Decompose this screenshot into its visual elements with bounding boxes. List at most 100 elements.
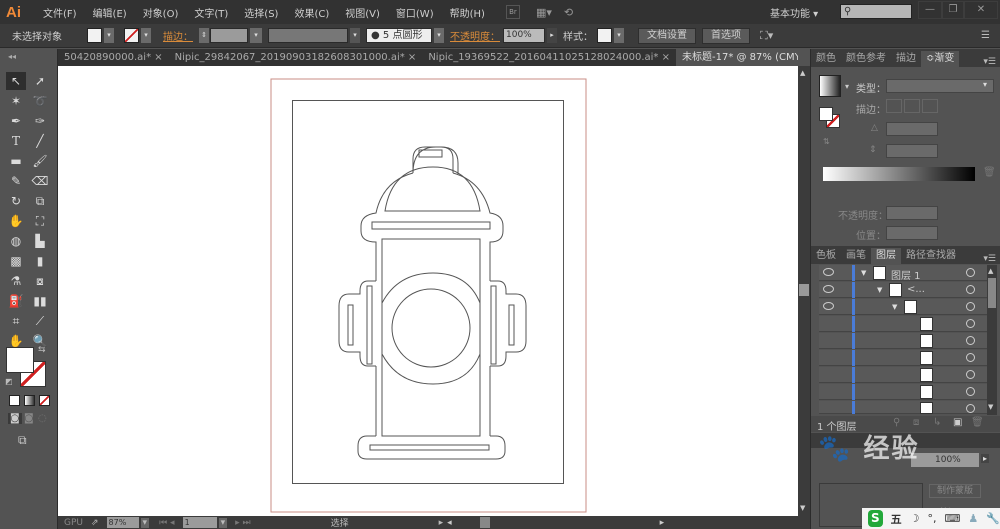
free-transform-tool[interactable]: ⛶ xyxy=(30,212,50,230)
ime-keyboard-icon[interactable]: ⌨ xyxy=(945,512,961,525)
arrange-documents-icon[interactable]: ▦▾ xyxy=(536,6,552,19)
new-sublayer-icon[interactable]: ↳ xyxy=(933,417,941,428)
menu-type[interactable]: 文字(T) xyxy=(191,5,231,20)
fill-dropdown[interactable]: ▾ xyxy=(104,28,114,43)
stroke-swatch[interactable] xyxy=(124,28,139,43)
layer-name[interactable]: <... xyxy=(907,284,925,295)
layer-row[interactable] xyxy=(819,367,987,383)
stroke-weight-stepper[interactable]: ⇕ xyxy=(199,28,209,43)
layer-row[interactable] xyxy=(819,401,987,414)
layers-panel-menu-icon[interactable]: ▾☰ xyxy=(983,254,996,264)
selection-tool[interactable]: ↖ xyxy=(6,72,26,90)
ime-skin-icon[interactable]: ♟ xyxy=(968,512,978,525)
brush-definition-field[interactable]: ● 5 点圆形 xyxy=(366,28,432,43)
ime-punctuation-icon[interactable]: °, xyxy=(928,512,937,525)
target-circle-icon[interactable] xyxy=(966,353,975,362)
stroke-dropdown[interactable]: ▾ xyxy=(141,28,151,43)
line-tool[interactable]: ╱ xyxy=(30,132,50,150)
menu-select[interactable]: 选择(S) xyxy=(241,5,281,20)
tab-color[interactable]: 颜色 xyxy=(811,51,841,67)
mesh-tool[interactable]: ▩ xyxy=(6,252,26,270)
pen-tool[interactable]: ✒ xyxy=(6,112,26,130)
draw-normal-icon[interactable]: ◙ xyxy=(8,413,22,424)
gradient-slider[interactable] xyxy=(823,167,975,181)
gradient-tool[interactable]: ▮ xyxy=(30,252,50,270)
expand-triangle-icon[interactable]: ▼ xyxy=(861,269,866,277)
curvature-tool[interactable]: ✑ xyxy=(30,112,50,130)
sogou-logo-icon[interactable]: S xyxy=(868,510,883,527)
layers-scroll-thumb[interactable] xyxy=(988,278,996,308)
screen-mode-icon[interactable]: ⧉ xyxy=(18,433,27,448)
last-artboard-button[interactable]: ▸ ⏭ xyxy=(235,518,250,528)
gradient-type-dropdown[interactable]: ▾ xyxy=(983,80,987,89)
rectangle-tool[interactable]: ▬ xyxy=(6,152,26,170)
menu-view[interactable]: 视图(V) xyxy=(342,5,383,20)
visibility-eye-icon[interactable] xyxy=(823,302,834,310)
share-icon[interactable]: ⇗ xyxy=(91,518,99,528)
artboard-number-field[interactable]: 1 xyxy=(182,517,217,528)
hscroll-left-arrow[interactable]: ◂ xyxy=(447,518,452,528)
draw-inside-icon[interactable]: ◌ xyxy=(38,413,47,424)
tab-swatches[interactable]: 色板 xyxy=(811,248,841,264)
artboard-dropdown[interactable]: ▾ xyxy=(218,517,228,528)
target-circle-icon[interactable] xyxy=(966,285,975,294)
tab-layers[interactable]: 图层 xyxy=(871,248,901,264)
locate-object-icon[interactable]: ⚲ xyxy=(893,417,900,428)
gradient-location-field[interactable] xyxy=(886,226,938,240)
scroll-up-arrow[interactable]: ▲ xyxy=(800,69,805,77)
tab-color-guide[interactable]: 颜色参考 xyxy=(841,51,891,67)
delete-layer-icon[interactable]: 🗑 xyxy=(971,417,984,428)
document-setup-button[interactable]: 文档设置 xyxy=(638,27,696,44)
target-circle-icon[interactable] xyxy=(966,268,975,277)
lasso-tool[interactable]: ➰ xyxy=(30,92,50,110)
first-artboard-button[interactable]: ⏮ ◂ xyxy=(159,518,174,528)
direct-selection-tool[interactable]: ➚ xyxy=(30,72,50,90)
canvas[interactable] xyxy=(58,66,798,516)
layers-scrollbar[interactable]: ▲ ▼ xyxy=(987,265,997,415)
graphic-style-swatch[interactable] xyxy=(597,28,612,43)
opacity-label[interactable]: 不透明度： xyxy=(450,28,500,43)
control-panel-menu-icon[interactable]: ☰ xyxy=(981,30,990,41)
eraser-tool[interactable]: ⌫ xyxy=(30,172,50,190)
stroke-weight-dropdown[interactable]: ▾ xyxy=(250,28,262,43)
help-search-input[interactable]: ⚲ xyxy=(840,4,912,19)
visibility-eye-icon[interactable] xyxy=(823,268,834,276)
sync-settings-icon[interactable]: ⟲ xyxy=(564,6,573,19)
preferences-button[interactable]: 首选项 xyxy=(702,27,750,44)
fill-swatch[interactable] xyxy=(87,28,102,43)
stroke-gradient-within-button[interactable] xyxy=(886,99,902,113)
color-mode-button[interactable] xyxy=(9,395,20,406)
scroll-thumb[interactable] xyxy=(799,284,809,296)
none-mode-button[interactable] xyxy=(39,395,50,406)
doc-tab-1[interactable]: 50420890000.ai* × xyxy=(58,49,169,66)
column-graph-tool[interactable]: ▮▮ xyxy=(30,292,50,310)
doc-tab-active[interactable]: 未标题-17* @ 87% (CMYK/轮廓) × xyxy=(675,49,798,66)
layers-scroll-down[interactable]: ▼ xyxy=(988,403,993,411)
toolbox-collapse[interactable]: ◂◂ xyxy=(8,52,16,61)
layer-row[interactable] xyxy=(819,333,987,349)
layer-name[interactable]: 图层 1 xyxy=(891,267,921,282)
target-circle-icon[interactable] xyxy=(966,319,975,328)
gradient-swatch-dropdown[interactable]: ▾ xyxy=(845,82,849,91)
status-menu-arrow[interactable]: ▸ xyxy=(439,518,444,528)
minimize-button[interactable]: — xyxy=(918,1,942,19)
variable-width-profile[interactable] xyxy=(268,28,348,43)
rotate-tool[interactable]: ↻ xyxy=(6,192,26,210)
aspect-ratio-field[interactable] xyxy=(886,144,938,158)
slice-tool[interactable]: ⟋ xyxy=(30,312,50,330)
blend-tool[interactable]: ⧇ xyxy=(30,272,50,290)
scale-tool[interactable]: ⧉ xyxy=(30,192,50,210)
profile-dropdown[interactable]: ▾ xyxy=(350,28,360,43)
target-circle-icon[interactable] xyxy=(966,387,975,396)
gradient-type-select[interactable] xyxy=(886,79,994,93)
bridge-icon[interactable]: Br xyxy=(505,5,520,19)
symbol-sprayer-tool[interactable]: ⛽ xyxy=(6,292,26,310)
perspective-grid-tool[interactable]: ▙ xyxy=(30,232,50,250)
layer-row[interactable]: ▼ 图层 1 xyxy=(819,265,987,282)
make-clipping-mask-icon[interactable]: ⧈ xyxy=(913,417,919,428)
menu-effect[interactable]: 效果(C) xyxy=(291,5,332,20)
tab-stroke[interactable]: 描边 xyxy=(891,51,921,67)
ime-settings-icon[interactable]: 🔧 xyxy=(986,512,1000,525)
angle-field[interactable] xyxy=(886,122,938,136)
eyedropper-tool[interactable]: ⚗ xyxy=(6,272,26,290)
